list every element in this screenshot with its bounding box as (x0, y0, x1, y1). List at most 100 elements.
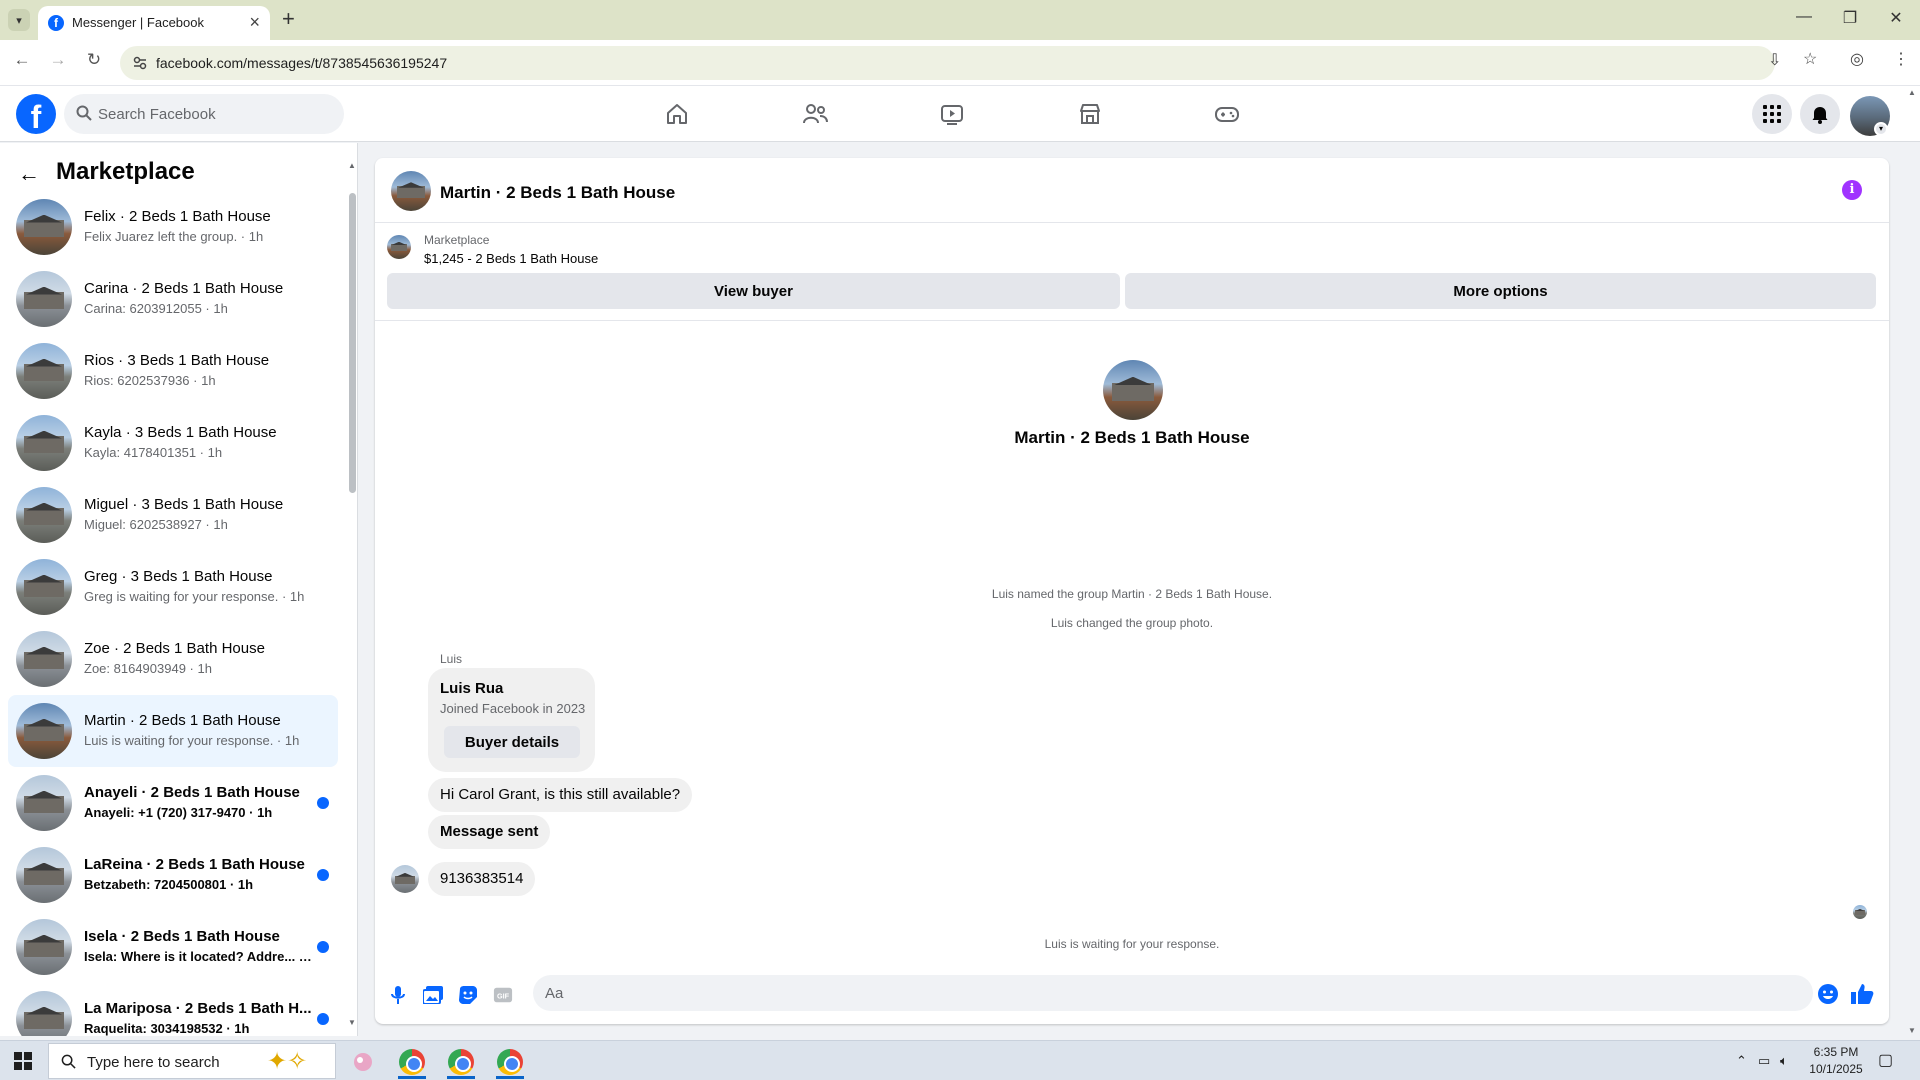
search-input[interactable] (98, 94, 338, 134)
scroll-up-arrow-icon[interactable]: ▲ (348, 161, 356, 170)
scrollbar-thumb[interactable] (349, 193, 356, 493)
conversation-preview: Rios: 6202537936 · 1h (84, 373, 216, 388)
video-icon (941, 105, 963, 125)
conversation-item[interactable]: Anayeli · 2 Beds 1 Bath House Anayeli: +1… (8, 767, 338, 839)
info-icon[interactable]: i (1842, 180, 1862, 200)
emoji-icon[interactable] (1816, 982, 1840, 1006)
sticker-icon[interactable] (458, 985, 478, 1005)
notification-center-icon[interactable]: ▢ (1878, 1050, 1893, 1070)
listing-thumbnail (387, 235, 411, 259)
photo-icon[interactable] (423, 985, 443, 1005)
close-window-button[interactable]: ✕ (1876, 8, 1916, 28)
volume-icon[interactable]: 🔈︎ (1780, 1053, 1788, 1069)
seen-avatar (1853, 905, 1867, 919)
friends-icon (803, 104, 828, 124)
back-arrow-icon[interactable]: ← (18, 161, 40, 187)
group-avatar (1103, 360, 1163, 420)
chat-title[interactable]: Martin · 2 Beds 1 Bath House (440, 183, 675, 203)
windows-start-icon[interactable] (14, 1052, 32, 1070)
url-text[interactable]: facebook.com/messages/t/8738545636195247 (156, 55, 447, 71)
nav-gaming[interactable] (1197, 94, 1257, 134)
minimize-button[interactable]: — (1784, 8, 1824, 26)
buyer-details-button[interactable]: Buyer details (444, 726, 580, 758)
forward-button[interactable]: → (45, 50, 71, 70)
message-input[interactable] (533, 975, 1813, 1011)
sender-avatar (391, 865, 419, 893)
taskbar-chrome[interactable] (441, 1045, 481, 1079)
conversation-item[interactable]: Felix · 2 Beds 1 Bath House Felix Juarez … (8, 191, 338, 263)
scroll-down-arrow-icon[interactable]: ▼ (348, 1018, 356, 1027)
tab-search-dropdown[interactable]: ▾ (8, 9, 30, 31)
reload-button[interactable]: ↻ (81, 50, 107, 70)
conversation-item[interactable]: Greg · 3 Beds 1 Bath House Greg is waitin… (8, 551, 338, 623)
install-app-icon[interactable]: ⇩ (1768, 50, 1781, 70)
omnibox[interactable]: facebook.com/messages/t/8738545636195247 (120, 46, 1775, 80)
conversation-preview: Raquelita: 3034198532 · 1h (84, 1021, 250, 1036)
new-tab-button[interactable]: + (282, 6, 295, 32)
listing-thumbnail (16, 631, 72, 687)
listing-thumbnail (16, 559, 72, 615)
chat-avatar[interactable] (391, 171, 431, 211)
site-info-icon[interactable] (132, 55, 148, 71)
listing-thumbnail (16, 271, 72, 327)
nav-video[interactable] (922, 94, 982, 134)
taskbar-chrome[interactable] (392, 1045, 432, 1079)
conversation-item[interactable]: La Mariposa · 2 Beds 1 Bath H... Raquelit… (8, 983, 338, 1036)
page-scrollbar[interactable]: ▲ ▼ (1906, 88, 1918, 1036)
taskbar-search[interactable]: Type here to search ✦✧ (48, 1043, 336, 1079)
conversation-item[interactable]: Rios · 3 Beds 1 Bath House Rios: 62025379… (8, 335, 338, 407)
bookmark-star-icon[interactable]: ☆ (1803, 49, 1817, 69)
conversation-item[interactable]: Zoe · 2 Beds 1 Bath House Zoe: 8164903949… (8, 623, 338, 695)
conversation-item[interactable]: Kayla · 3 Beds 1 Bath House Kayla: 417840… (8, 407, 338, 479)
taskbar-chrome[interactable] (490, 1045, 530, 1079)
browser-tab[interactable]: f Messenger | Facebook × (38, 6, 270, 40)
nav-friends[interactable] (785, 94, 845, 134)
taskbar-clock[interactable]: 6:35 PM 10/1/2025 (1804, 1044, 1868, 1078)
facebook-logo-icon[interactable]: f (16, 94, 56, 134)
facebook-search[interactable] (64, 94, 344, 134)
menu-grid-icon (1763, 105, 1781, 123)
tab-close-icon[interactable]: × (249, 12, 260, 33)
view-buyer-button[interactable]: View buyer (387, 273, 1120, 309)
conversation-title: Anayeli · 2 Beds 1 Bath House (84, 784, 300, 801)
conversation-item[interactable]: Isela · 2 Beds 1 Bath House Isela: Where … (8, 911, 338, 983)
network-icon[interactable]: ▭ (1758, 1053, 1770, 1069)
chrome-menu-icon[interactable]: ⋮ (1893, 49, 1909, 69)
back-button[interactable]: ← (9, 50, 35, 70)
conversation-title: Greg · 3 Beds 1 Bath House (84, 568, 273, 585)
sidebar-scrollbar[interactable]: ▲ ▼ (348, 161, 356, 1029)
nav-home[interactable] (647, 94, 707, 134)
conversation-item[interactable]: Miguel · 3 Beds 1 Bath House Miguel: 6202… (8, 479, 338, 551)
gif-icon[interactable]: GIF (493, 985, 513, 1005)
conversation-item-active[interactable]: Martin · 2 Beds 1 Bath House Luis is wait… (8, 695, 338, 767)
listing-thumbnail (16, 991, 72, 1036)
scroll-down-arrow-icon[interactable]: ▼ (1908, 1026, 1916, 1035)
system-message: Luis named the group Martin · 2 Beds 1 B… (991, 587, 1273, 601)
thumbs-up-icon[interactable] (1849, 982, 1875, 1006)
listing-price-title[interactable]: $1,245 - 2 Beds 1 Bath House (424, 251, 598, 266)
listing-thumbnail (16, 199, 72, 255)
conversation-preview: Miguel: 6202538927 · 1h (84, 517, 228, 532)
notifications-button[interactable] (1800, 94, 1840, 134)
conversation-title: Rios · 3 Beds 1 Bath House (84, 352, 270, 369)
tray-chevron-up-icon[interactable]: ⌃ (1736, 1053, 1747, 1069)
conversation-item[interactable]: Carina · 2 Beds 1 Bath House Carina: 6203… (8, 263, 338, 335)
chevron-down-icon[interactable]: ▾ (1874, 122, 1888, 136)
scroll-up-arrow-icon[interactable]: ▲ (1908, 88, 1916, 97)
microphone-icon[interactable] (388, 985, 408, 1005)
message-composer: GIF (375, 966, 1889, 1022)
marketplace-label: Marketplace (424, 233, 490, 247)
unread-dot (317, 797, 329, 809)
conversation-item[interactable]: LaReina · 2 Beds 1 Bath House Betzabeth: … (8, 839, 338, 911)
sender-name: Luis (440, 652, 463, 666)
taskbar-app-widget[interactable] (343, 1045, 383, 1079)
marketplace-listing-bar: Marketplace $1,245 - 2 Beds 1 Bath House… (375, 223, 1889, 321)
facebook-header: f (0, 86, 1920, 142)
chrome-profile-icon[interactable]: ◎ (1850, 49, 1864, 69)
menu-button[interactable] (1752, 94, 1792, 134)
nav-marketplace[interactable] (1060, 94, 1120, 134)
unread-dot (317, 869, 329, 881)
conversation-preview: Luis is waiting for your response. · 1h (84, 733, 300, 748)
more-options-button[interactable]: More options (1125, 273, 1876, 309)
restore-button[interactable]: ❐ (1830, 8, 1870, 28)
